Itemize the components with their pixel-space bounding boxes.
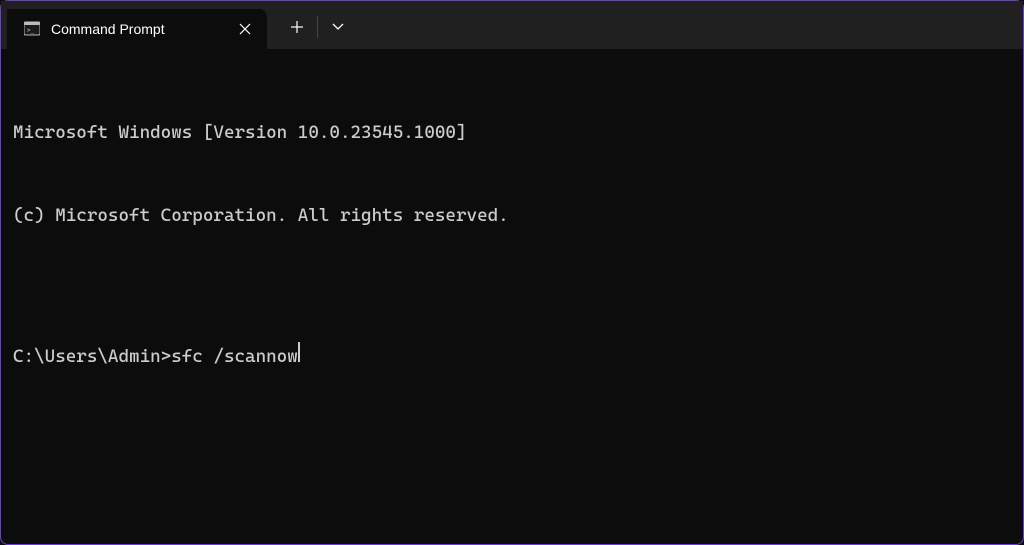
terminal-cursor: [298, 342, 300, 362]
cmd-icon: >_: [23, 20, 41, 38]
terminal-output-line: (c) Microsoft Corporation. All rights re…: [13, 202, 1011, 230]
tab-close-button[interactable]: [231, 15, 259, 43]
terminal-command: sfc /scannow: [171, 343, 298, 371]
chevron-down-icon: [332, 23, 344, 31]
terminal-output-line: Microsoft Windows [Version 10.0.23545.10…: [13, 119, 1011, 147]
terminal-content[interactable]: Microsoft Windows [Version 10.0.23545.10…: [1, 49, 1023, 413]
svg-text:>_: >_: [27, 27, 35, 34]
tab-command-prompt[interactable]: >_ Command Prompt: [7, 9, 267, 49]
plus-icon: [291, 21, 303, 33]
titlebar-actions: [277, 5, 358, 49]
close-icon: [239, 23, 251, 35]
titlebar: >_ Command Prompt: [1, 1, 1023, 49]
terminal-prompt-line: C:\Users\Admin>sfc /scannow: [13, 342, 1011, 371]
new-tab-button[interactable]: [277, 7, 317, 47]
tab-dropdown-button[interactable]: [318, 7, 358, 47]
terminal-prompt: C:\Users\Admin>: [13, 343, 171, 371]
tab-title: Command Prompt: [51, 21, 211, 37]
